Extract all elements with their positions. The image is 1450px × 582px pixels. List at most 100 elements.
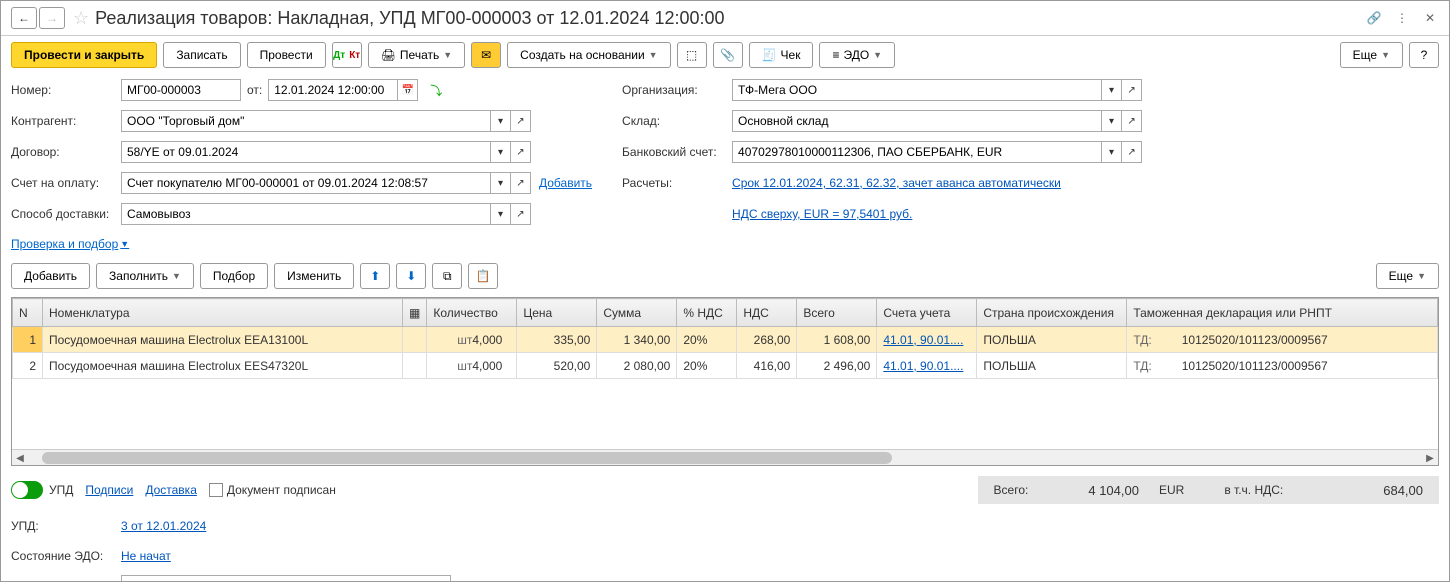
edo-button[interactable]: ≡ЭДО▼ [819,42,895,68]
cell-vat: 268,00 [737,327,797,353]
dropdown-icon[interactable]: ▾ [491,141,511,163]
cheque-button[interactable]: 🧾Чек [749,42,814,68]
main-toolbar: Провести и закрыть Записать Провести ДтК… [1,36,1449,74]
warehouse-input[interactable] [732,110,1102,132]
bank-input[interactable] [732,141,1102,163]
open-icon[interactable]: ↗ [1122,79,1142,101]
structure-button[interactable]: ⬚ [677,42,707,68]
link-icon[interactable]: 🔗 [1365,9,1383,27]
vat-link[interactable]: НДС сверху, EUR = 97,5401 руб. [732,207,912,221]
col-barcode-icon[interactable]: ▦ [403,299,427,327]
signatures-link[interactable]: Подписи [85,483,133,497]
back-button[interactable]: ← [11,7,37,29]
add-invoice-link[interactable]: Добавить [539,176,592,190]
create-based-button[interactable]: Создать на основании▼ [507,42,670,68]
number-input[interactable] [121,79,241,101]
select-button[interactable]: Подбор [200,263,268,289]
col-accounts[interactable]: Счета учета [877,299,977,327]
invoice-label: Счет на оплату: [11,176,121,190]
date-input[interactable] [268,79,398,101]
col-country[interactable]: Страна происхождения [977,299,1127,327]
print-button[interactable]: 🖨Печать▼ [368,42,465,68]
fill-button[interactable]: Заполнить▼ [96,263,194,289]
h-scrollbar[interactable]: ◀ ▶ [12,449,1438,465]
open-icon[interactable]: ↗ [1122,110,1142,132]
help-button[interactable]: ? [1409,42,1439,68]
totals-panel: Всего: 4 104,00 EUR в т.ч. НДС: 684,00 [978,476,1439,504]
invoice-input[interactable] [121,172,491,194]
open-icon[interactable]: ↗ [511,172,531,194]
signed-label: Документ подписан [227,483,336,497]
add-row-button[interactable]: Добавить [11,263,90,289]
table-row[interactable]: 2Посудомоечная машина Electrolux EES4732… [13,353,1438,379]
col-n[interactable]: N [13,299,43,327]
mail-button[interactable]: ✉ [471,42,501,68]
col-qty[interactable]: Количество [427,299,517,327]
attach-button[interactable]: 📎 [713,42,743,68]
cell-accounts[interactable]: 41.01, 90.01.... [877,353,977,379]
dropdown-icon[interactable]: ▾ [491,110,511,132]
calendar-icon[interactable]: 📅 [398,79,418,101]
calc-label: Расчеты: [622,176,732,190]
open-icon[interactable]: ↗ [511,141,531,163]
move-up-button[interactable]: ⬆ [360,263,390,289]
calc-link[interactable]: Срок 12.01.2024, 62.31, 62.32, зачет ава… [732,176,1061,190]
open-icon[interactable]: ↗ [511,110,531,132]
status-icon: ⤵ [430,82,442,99]
cell-price: 335,00 [517,327,597,353]
more-button[interactable]: Еще▼ [1340,42,1403,68]
col-customs[interactable]: Таможенная декларация или РНПТ [1127,299,1438,327]
copy-button[interactable]: ⧉ [432,263,462,289]
comment-input[interactable] [121,575,451,582]
currency: EUR [1159,483,1184,497]
col-sum[interactable]: Сумма [597,299,677,327]
cell-total: 2 496,00 [797,353,877,379]
contract-input[interactable] [121,141,491,163]
col-nomenclature[interactable]: Номенклатура [43,299,403,327]
edo-state-link[interactable]: Не начат [121,549,171,563]
col-vat-rate[interactable]: % НДС [677,299,737,327]
total-label: Всего: [994,483,1029,497]
forward-button[interactable]: → [39,7,65,29]
col-total[interactable]: Всего [797,299,877,327]
vat-value: 684,00 [1383,483,1423,498]
dropdown-icon[interactable]: ▾ [491,172,511,194]
edo-state-label: Состояние ЭДО: [11,549,121,563]
dropdown-icon[interactable]: ▾ [491,203,511,225]
cell-sum: 1 340,00 [597,327,677,353]
edit-button[interactable]: Изменить [274,263,354,289]
col-price[interactable]: Цена [517,299,597,327]
cell-vat: 416,00 [737,353,797,379]
dropdown-icon[interactable]: ▾ [1102,141,1122,163]
printer-icon: 🖨 [381,48,396,62]
close-icon[interactable]: ✕ [1421,9,1439,27]
move-down-button[interactable]: ⬇ [396,263,426,289]
delivery-link[interactable]: Доставка [145,483,197,497]
vat-label: в т.ч. НДС: [1224,483,1283,497]
upd-toggle[interactable] [11,481,43,499]
check-select-link[interactable]: Проверка и подбор▼ [11,237,129,251]
upd-doc-link[interactable]: 3 от 12.01.2024 [121,519,206,533]
org-input[interactable] [732,79,1102,101]
dropdown-icon[interactable]: ▾ [1102,110,1122,132]
post-close-button[interactable]: Провести и закрыть [11,42,157,68]
dtКт-button[interactable]: ДтКт [332,42,362,68]
cell-country: ПОЛЬША [977,327,1127,353]
signed-checkbox[interactable] [209,483,223,497]
dropdown-icon[interactable]: ▾ [1102,79,1122,101]
table-more-button[interactable]: Еще▼ [1376,263,1439,289]
kebab-icon[interactable]: ⋮ [1393,9,1411,27]
counterparty-input[interactable] [121,110,491,132]
open-icon[interactable]: ↗ [1122,141,1142,163]
titlebar: ← → ☆ Реализация товаров: Накладная, УПД… [1,1,1449,36]
delivery-input[interactable] [121,203,491,225]
post-button[interactable]: Провести [247,42,326,68]
favorite-icon[interactable]: ☆ [73,8,89,29]
save-button[interactable]: Записать [163,42,240,68]
cell-accounts[interactable]: 41.01, 90.01.... [877,327,977,353]
col-vat[interactable]: НДС [737,299,797,327]
paste-button[interactable]: 📋 [468,263,498,289]
open-icon[interactable]: ↗ [511,203,531,225]
items-table: N Номенклатура ▦ Количество Цена Сумма %… [11,297,1439,466]
table-row[interactable]: 1Посудомоечная машина Electrolux EEA1310… [13,327,1438,353]
